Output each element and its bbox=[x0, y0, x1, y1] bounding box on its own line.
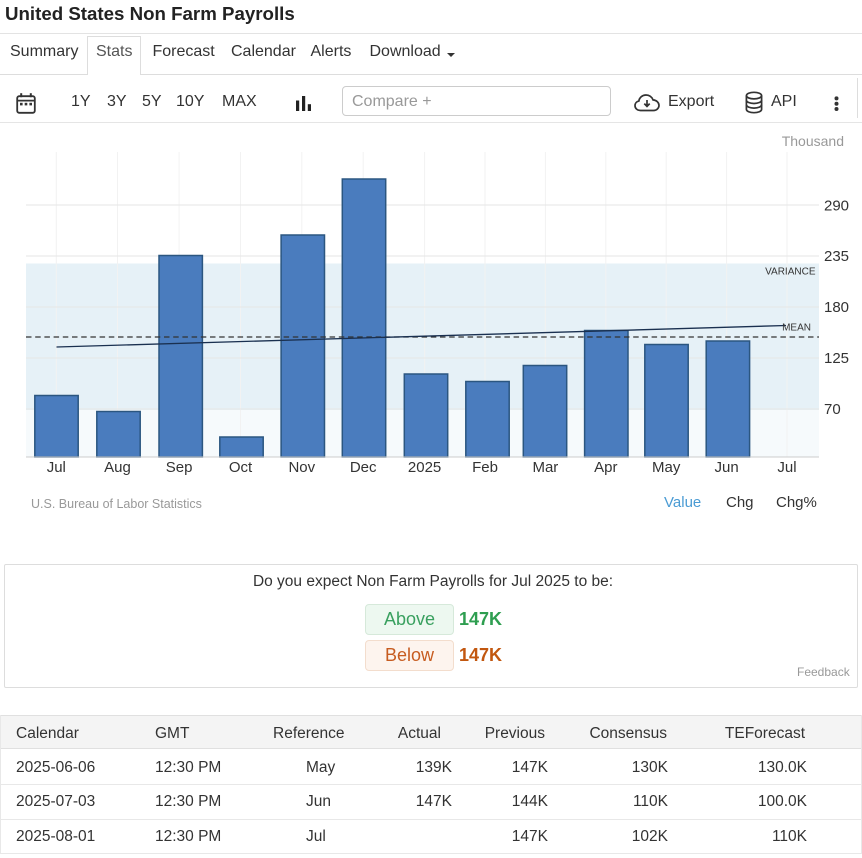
svg-text:VARIANCE: VARIANCE bbox=[765, 267, 816, 278]
svg-text:235: 235 bbox=[824, 248, 849, 265]
svg-text:Apr: Apr bbox=[594, 459, 617, 476]
svg-text:Aug: Aug bbox=[104, 459, 131, 476]
svg-text:Sep: Sep bbox=[166, 459, 193, 476]
svg-text:290: 290 bbox=[824, 198, 849, 215]
svg-text:Mar: Mar bbox=[532, 459, 558, 476]
svg-text:Feb: Feb bbox=[472, 459, 498, 476]
svg-text:2025: 2025 bbox=[408, 459, 441, 476]
svg-text:Jun: Jun bbox=[715, 459, 739, 476]
svg-text:Thousand: Thousand bbox=[782, 133, 844, 149]
svg-text:May: May bbox=[652, 459, 681, 476]
svg-text:125: 125 bbox=[824, 350, 849, 367]
svg-text:MEAN: MEAN bbox=[782, 323, 811, 334]
svg-text:180: 180 bbox=[824, 299, 849, 316]
svg-text:Jul: Jul bbox=[47, 459, 66, 476]
svg-text:Nov: Nov bbox=[288, 459, 315, 476]
svg-text:70: 70 bbox=[824, 401, 841, 418]
svg-text:Jul: Jul bbox=[777, 459, 796, 476]
svg-text:Oct: Oct bbox=[229, 459, 253, 476]
svg-text:Dec: Dec bbox=[350, 459, 377, 476]
